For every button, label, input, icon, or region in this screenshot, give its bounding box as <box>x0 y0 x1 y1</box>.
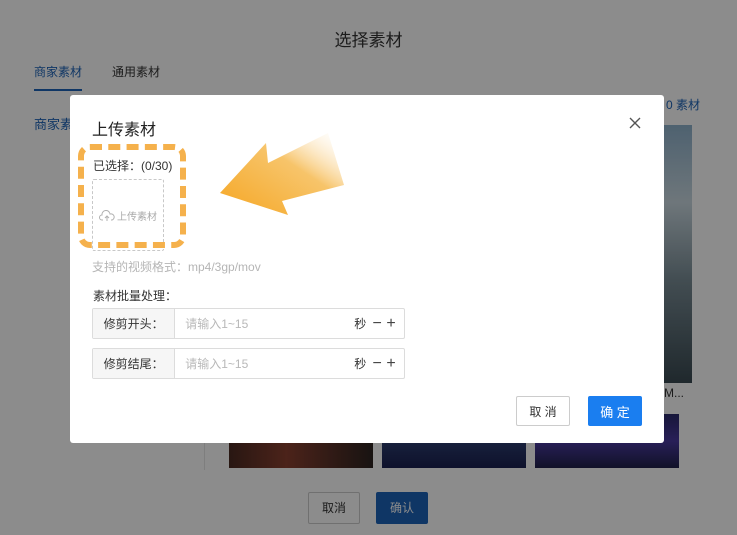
arrow-annotation <box>220 133 344 215</box>
trim-start-input[interactable] <box>175 309 351 338</box>
trim-end-row: 修剪结尾： 秒 − + <box>92 348 405 379</box>
trim-start-plus-button[interactable]: + <box>384 309 398 338</box>
trim-start-row: 修剪开头： 秒 − + <box>92 308 405 339</box>
trim-start-minus-button[interactable]: − <box>370 309 384 338</box>
batch-process-label: 素材批量处理： <box>93 289 178 303</box>
trim-end-minus-button[interactable]: − <box>370 349 384 378</box>
trim-end-label: 修剪结尾： <box>93 349 176 378</box>
highlight-box <box>78 144 186 248</box>
close-icon[interactable] <box>628 116 642 130</box>
ok-button[interactable]: 确 定 <box>588 396 642 426</box>
trim-end-plus-button[interactable]: + <box>384 349 398 378</box>
trim-end-input[interactable] <box>175 349 351 378</box>
seconds-unit: 秒 <box>354 317 367 331</box>
dialog-title: 上传素材 <box>92 122 157 139</box>
trim-start-label: 修剪开头： <box>93 309 176 338</box>
cancel-button[interactable]: 取 消 <box>516 396 570 426</box>
seconds-unit: 秒 <box>354 357 367 371</box>
supported-formats-hint: 支持的视频格式：mp4/3gp/mov <box>92 260 261 274</box>
